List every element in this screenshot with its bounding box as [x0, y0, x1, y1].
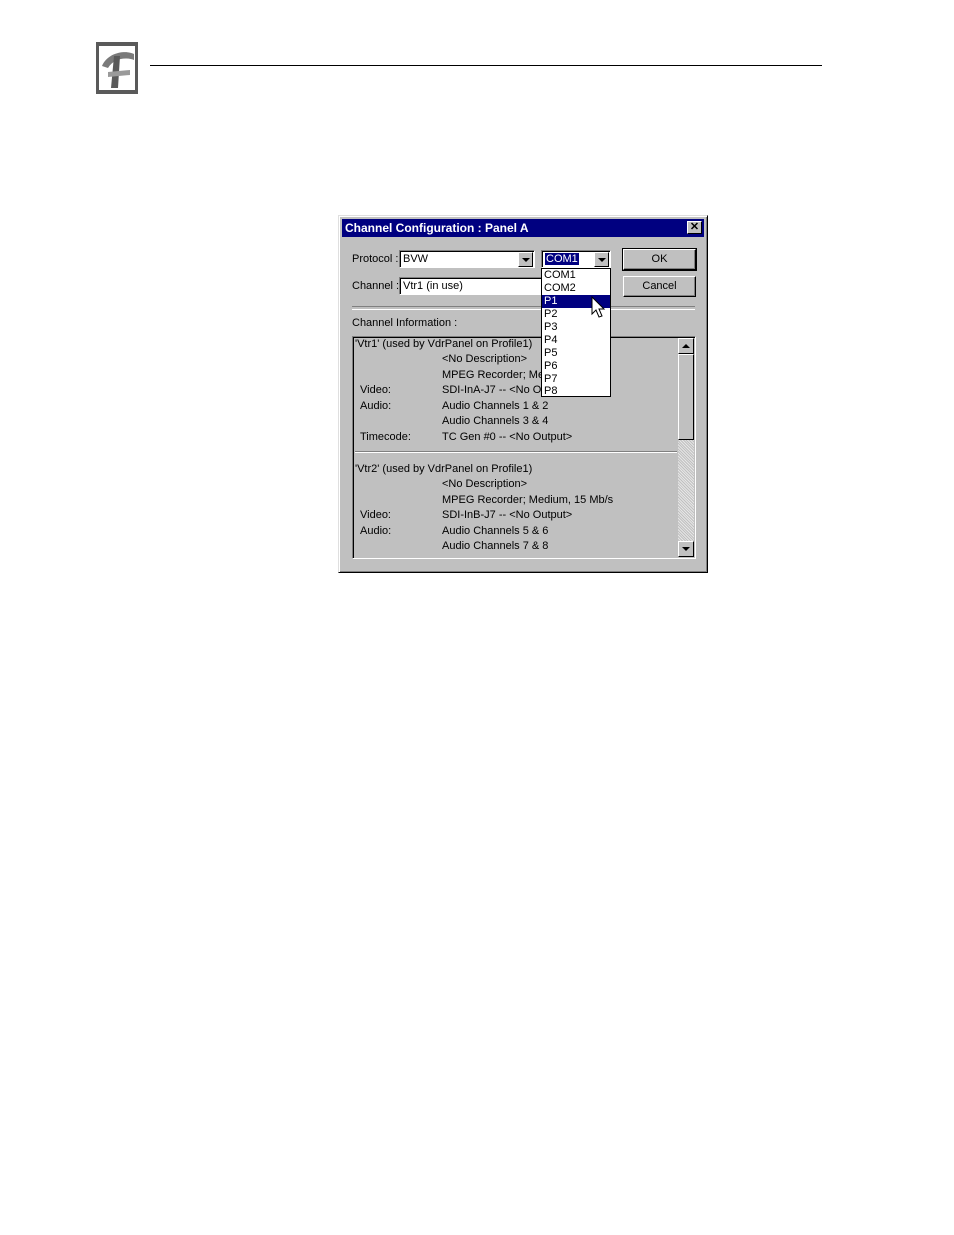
company-logo	[96, 42, 138, 94]
channel-recorder: MPEG Recorder; Me	[442, 369, 545, 381]
port-option[interactable]: COM1	[542, 269, 610, 282]
scroll-up-arrow-icon[interactable]	[678, 338, 694, 354]
port-option[interactable]: COM2	[542, 282, 610, 295]
port-option[interactable]: P8	[542, 385, 610, 398]
cancel-button-label: Cancel	[642, 280, 677, 292]
channel-info-block: 'Vtr2' (used by VdrPanel on Profile1) <N…	[353, 462, 679, 558]
channel-info-block: 'Vtr1' (used by VdrPanel on Profile1) <N…	[353, 337, 679, 462]
channel-value: Vtr1 (in use)	[403, 280, 463, 292]
port-chevron-down-icon[interactable]	[594, 252, 609, 267]
channel-information-label: Channel Information :	[352, 317, 458, 329]
port-dropdown-list[interactable]: COM1 COM2 P1 P2 P3 P4 P5 P6 P7 P8	[541, 268, 611, 397]
audio-label: Audio:	[360, 525, 392, 537]
port-option[interactable]: P5	[542, 347, 610, 360]
video-value: SDI-InA-J7 -- <No Ou	[442, 384, 548, 396]
timecode-value: TC Gen #0 -- <No Output>	[442, 431, 573, 443]
audio-value-2: Audio Channels 7 & 8	[442, 540, 549, 552]
port-option[interactable]: P3	[542, 321, 610, 334]
ok-button-label: OK	[651, 253, 668, 265]
close-button[interactable]: ✕	[687, 221, 702, 234]
video-value: SDI-InB-J7 -- <No Output>	[442, 509, 573, 521]
ok-button[interactable]: OK	[622, 248, 697, 271]
channel-recorder: MPEG Recorder; Medium, 15 Mb/s	[442, 494, 614, 506]
cancel-button[interactable]: Cancel	[623, 276, 696, 297]
channel-select[interactable]: Vtr1 (in use)	[399, 277, 547, 295]
audio-value-1: Audio Channels 1 & 2	[442, 400, 549, 412]
mouse-pointer-icon	[591, 295, 607, 320]
port-value: COM1	[544, 252, 580, 266]
channel-header: 'Vtr1' (used by VdrPanel on Profile1)	[355, 338, 533, 350]
audio-value-2: Audio Channels 3 & 4	[442, 415, 549, 427]
channel-configuration-dialog: Channel Configuration : Panel A ✕ Protoc…	[338, 215, 708, 573]
scroll-thumb[interactable]	[678, 354, 694, 440]
video-label: Video:	[360, 509, 391, 521]
dialog-titlebar[interactable]: Channel Configuration : Panel A ✕	[342, 219, 704, 237]
channel-description: <No Description>	[442, 478, 527, 490]
channel-description: <No Description>	[442, 353, 527, 365]
protocol-chevron-down-icon[interactable]	[518, 252, 533, 267]
video-label: Video:	[360, 384, 391, 396]
close-icon: ✕	[689, 221, 700, 233]
port-option[interactable]: P4	[542, 334, 610, 347]
port-select[interactable]: COM1	[541, 250, 611, 268]
dialog-title: Channel Configuration : Panel A	[345, 221, 529, 235]
header-rule	[150, 65, 822, 66]
channel-label: Channel :	[352, 280, 400, 292]
scroll-down-arrow-icon[interactable]	[678, 541, 694, 557]
protocol-select[interactable]: BVW	[399, 250, 535, 268]
audio-label: Audio:	[360, 400, 392, 412]
protocol-value: BVW	[403, 253, 429, 265]
dialog-separator	[352, 306, 695, 310]
channel-header: 'Vtr2' (used by VdrPanel on Profile1)	[355, 463, 533, 475]
port-option[interactable]: P6	[542, 360, 610, 373]
timecode-label: Timecode:	[360, 431, 411, 443]
audio-value-1: Audio Channels 5 & 6	[442, 525, 549, 537]
vertical-scrollbar[interactable]	[678, 338, 694, 557]
block-divider	[355, 451, 677, 453]
channel-information-list[interactable]: 'Vtr1' (used by VdrPanel on Profile1) <N…	[352, 336, 696, 559]
protocol-label: Protocol :	[352, 253, 399, 265]
